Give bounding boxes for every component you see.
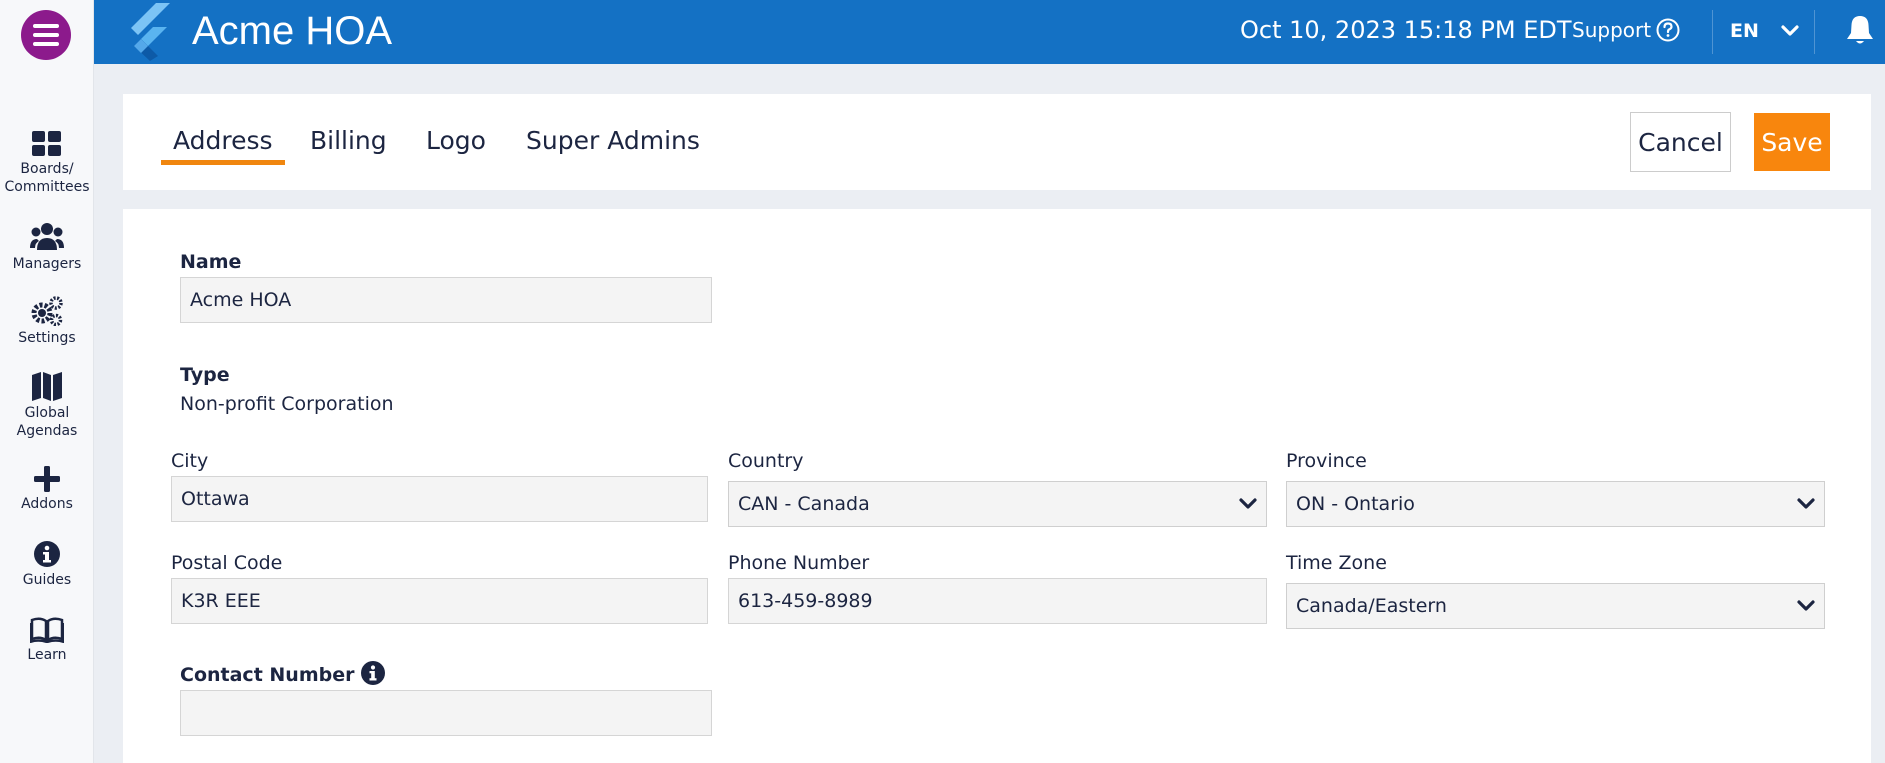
province-label: Province bbox=[1286, 450, 1367, 472]
users-icon bbox=[30, 223, 64, 250]
divider bbox=[1712, 10, 1713, 54]
app-title: Acme HOA bbox=[192, 9, 393, 53]
time-zone-selected-value: Canada/Eastern bbox=[1296, 595, 1447, 617]
sidebar-item-label: Addons bbox=[21, 496, 73, 512]
sidebar-item-label: Guides bbox=[22, 572, 72, 588]
sidebar-item-settings[interactable]: Settings bbox=[0, 296, 94, 347]
city-field[interactable] bbox=[171, 476, 708, 522]
tabs-card: Address Billing Logo Super Admins Cancel… bbox=[123, 94, 1871, 190]
chevron-down-icon bbox=[1797, 600, 1815, 611]
cancel-button[interactable]: Cancel bbox=[1630, 112, 1731, 172]
tab-super-admins[interactable]: Super Admins bbox=[526, 126, 700, 155]
info-icon[interactable] bbox=[360, 660, 386, 686]
menu-bar bbox=[33, 24, 59, 28]
type-label: Type bbox=[180, 364, 230, 386]
sidebar-item-addons[interactable]: Addons bbox=[0, 466, 94, 513]
tab-billing[interactable]: Billing bbox=[310, 126, 387, 155]
hamburger-menu-button[interactable] bbox=[21, 10, 71, 60]
sidebar-item-label: Boards/ Committees bbox=[4, 161, 90, 195]
time-zone-select[interactable]: Canada/Eastern bbox=[1286, 583, 1825, 629]
question-circle-icon bbox=[1656, 18, 1680, 42]
tab-logo[interactable]: Logo bbox=[426, 126, 486, 155]
grid-icon bbox=[32, 131, 61, 156]
plus-icon bbox=[34, 466, 60, 492]
divider bbox=[1814, 10, 1815, 54]
name-field[interactable] bbox=[180, 277, 712, 323]
province-selected-value: ON - Ontario bbox=[1296, 493, 1415, 515]
sidebar-item-managers[interactable]: Managers bbox=[0, 222, 94, 273]
phone-number-label: Phone Number bbox=[728, 552, 870, 574]
top-bar: Acme HOA Oct 10, 2023 15:18 PM EDT Suppo… bbox=[94, 0, 1885, 64]
sidebar-item-learn[interactable]: Learn bbox=[0, 617, 94, 664]
sidebar-item-guides[interactable]: Guides bbox=[0, 540, 94, 589]
country-select[interactable]: CAN - Canada bbox=[728, 481, 1267, 527]
support-label: Support bbox=[1572, 18, 1652, 42]
type-value: Non-profit Corporation bbox=[180, 393, 394, 415]
menu-bar bbox=[33, 42, 59, 46]
support-link[interactable]: Support bbox=[1572, 18, 1680, 42]
sidebar-item-label: Managers bbox=[12, 256, 82, 272]
country-selected-value: CAN - Canada bbox=[738, 493, 870, 515]
phone-number-field[interactable] bbox=[728, 578, 1267, 624]
postal-code-field[interactable] bbox=[171, 578, 708, 624]
gears-icon bbox=[31, 296, 63, 326]
sidebar-item-label: Global Agendas bbox=[16, 405, 78, 439]
address-form: Name Type Non-profit Corporation City Co… bbox=[123, 209, 1871, 763]
app-logo-icon bbox=[131, 3, 170, 61]
postal-code-label: Postal Code bbox=[171, 552, 283, 574]
chevron-down-icon bbox=[1797, 498, 1815, 509]
sidebar-item-label: Settings bbox=[18, 330, 76, 346]
language-code: EN bbox=[1730, 20, 1759, 42]
save-button[interactable]: Save bbox=[1754, 113, 1830, 171]
language-selector[interactable]: EN bbox=[1730, 20, 1799, 42]
city-label: City bbox=[171, 450, 209, 472]
sidebar: Boards/ Committees Managers Settings Glo… bbox=[0, 0, 94, 763]
map-icon bbox=[32, 372, 62, 401]
time-zone-label: Time Zone bbox=[1286, 552, 1387, 574]
menu-bar bbox=[33, 33, 59, 37]
country-label: Country bbox=[728, 450, 804, 472]
info-icon bbox=[34, 541, 60, 567]
book-icon bbox=[30, 617, 64, 643]
name-label: Name bbox=[180, 251, 242, 273]
province-select[interactable]: ON - Ontario bbox=[1286, 481, 1825, 527]
bell-icon[interactable] bbox=[1846, 14, 1874, 46]
chevron-down-icon bbox=[1781, 25, 1799, 36]
contact-number-field[interactable] bbox=[180, 690, 712, 736]
chevron-down-icon bbox=[1239, 498, 1257, 509]
sidebar-item-global-agendas[interactable]: Global Agendas bbox=[0, 371, 94, 440]
sidebar-item-label: Learn bbox=[27, 647, 67, 663]
current-datetime: Oct 10, 2023 15:18 PM EDT bbox=[1240, 16, 1572, 44]
contact-number-label: Contact Number bbox=[180, 664, 355, 686]
sidebar-item-boards-committees[interactable]: Boards/ Committees bbox=[0, 131, 94, 196]
tab-address[interactable]: Address bbox=[161, 126, 285, 165]
